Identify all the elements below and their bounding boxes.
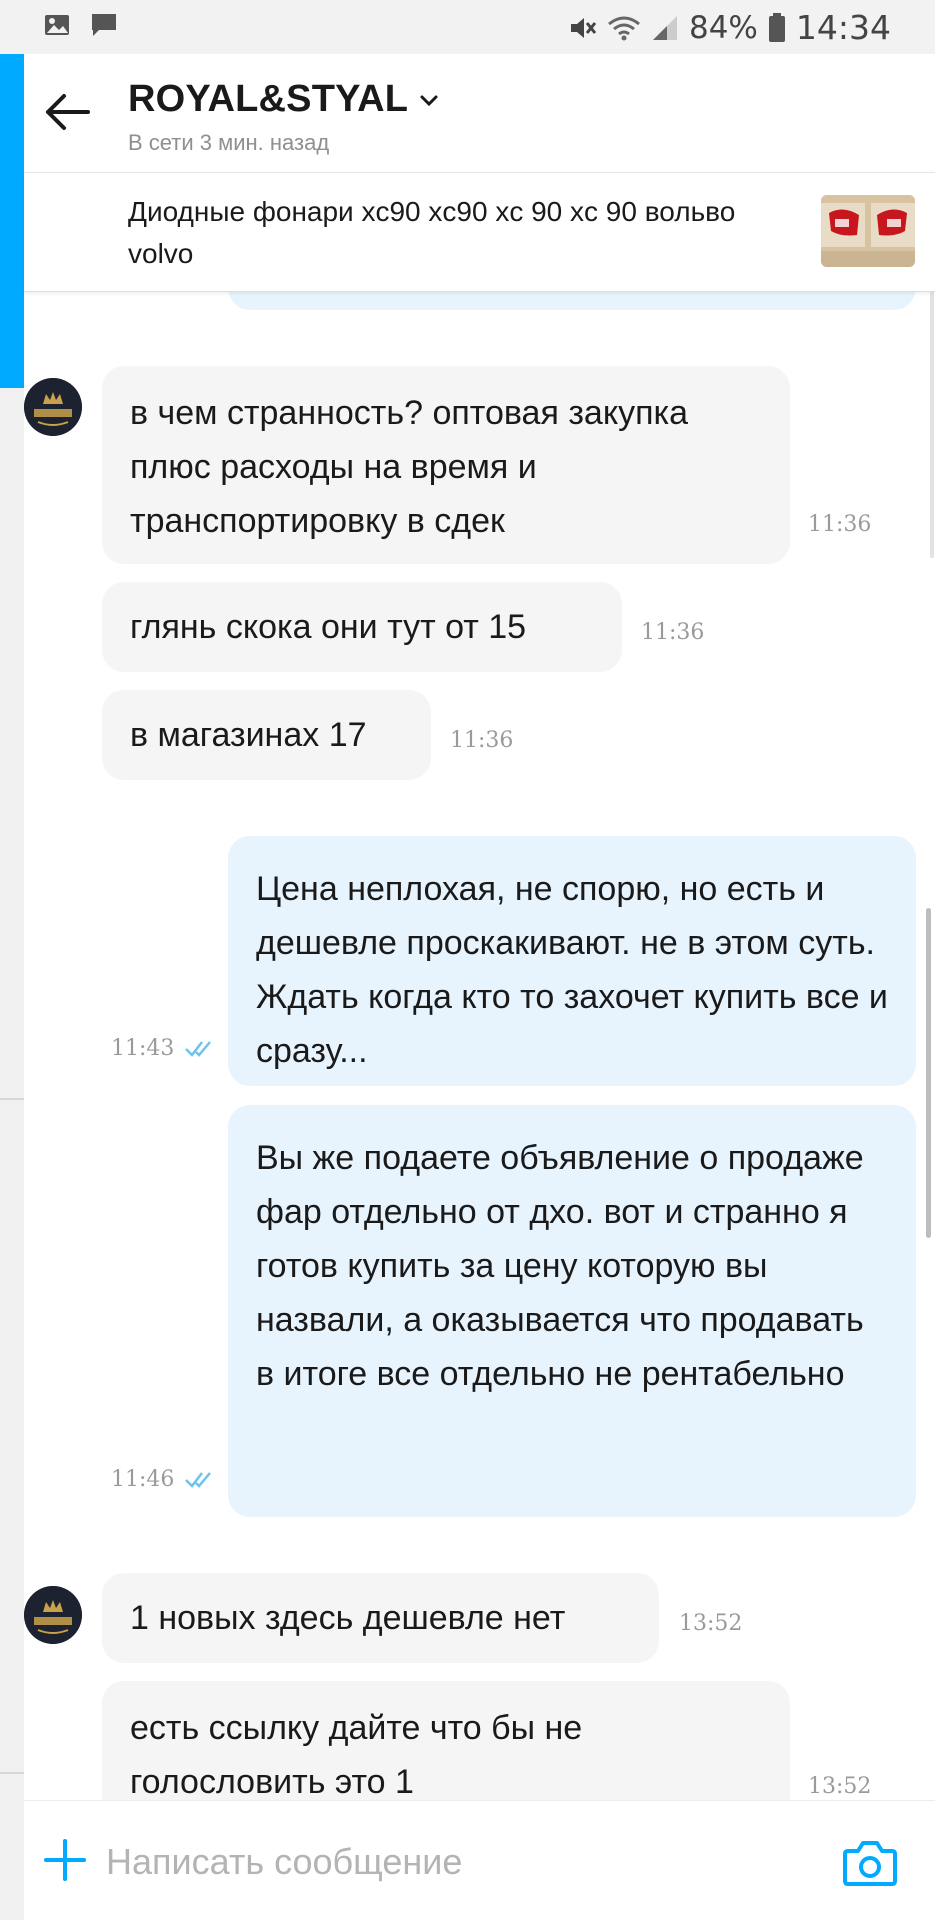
message-bubble-outgoing[interactable]: Вы же подаете объявление о продаже фар о… (228, 1105, 916, 1517)
scrollbar[interactable] (926, 908, 931, 1238)
chevron-down-icon (420, 95, 438, 106)
read-ticks-icon (185, 1041, 211, 1057)
contact-name: ROYAL&STYAL (128, 78, 409, 120)
message-bubble-incoming[interactable]: глянь скока они тут от 15 (102, 582, 622, 672)
listing-title: Диодные фонари xc90 xc90 xc 90 xc 90 вол… (128, 196, 736, 269)
read-ticks-icon (185, 1472, 211, 1488)
camera-icon[interactable] (842, 1837, 898, 1889)
message-time: 13:52 (679, 1611, 743, 1636)
listing-bar[interactable]: Диодные фонари xc90 xc90 xc 90 xc 90 вол… (24, 172, 935, 292)
contact-name-dropdown[interactable]: ROYAL&STYAL (128, 78, 440, 121)
message-time: 11:36 (641, 620, 705, 645)
avatar[interactable] (24, 378, 82, 436)
message-time: 11:43 (111, 1036, 175, 1061)
message-input[interactable] (104, 1829, 808, 1895)
avatar[interactable] (24, 1586, 82, 1644)
message-bubble-incoming[interactable]: 1 новых здесь дешевле нет (102, 1573, 659, 1663)
message-composer (24, 1800, 935, 1921)
listing-thumbnail[interactable] (821, 195, 915, 267)
message-bubble-incoming[interactable]: в чем странность? оптовая закупка плюс р… (102, 366, 790, 564)
back-arrow-icon[interactable] (42, 90, 92, 134)
message-time: 11:36 (808, 512, 872, 537)
chat-header: ROYAL&STYAL В сети 3 мин. назад (24, 54, 935, 172)
scrollbar-track (930, 290, 934, 558)
message-bubble-incoming[interactable]: в магазинах 17 (102, 690, 431, 780)
message-time: 11:36 (450, 728, 514, 753)
message-time: 11:46 (111, 1467, 175, 1492)
online-status: В сети 3 мин. назад (128, 130, 330, 155)
plus-icon[interactable] (40, 1835, 90, 1885)
message-time: 13:52 (808, 1774, 872, 1799)
message-bubble-outgoing[interactable]: Цена неплохая, не спорю, но есть и дешев… (228, 836, 916, 1086)
